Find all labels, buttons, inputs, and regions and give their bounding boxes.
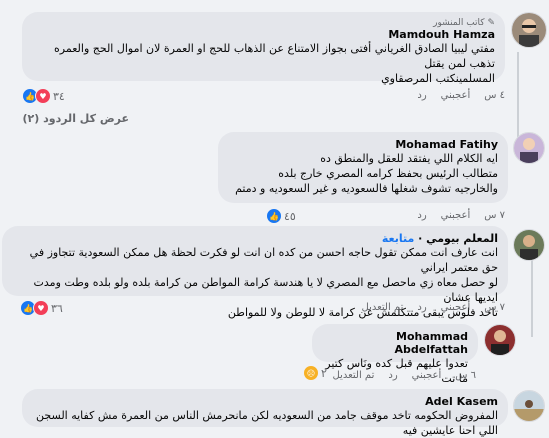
reaction-summary[interactable]: 👍 ٤٥ — [266, 208, 296, 224]
comment-text: انت عارف انت ممكن تقول حاجه احسن من كده … — [29, 246, 498, 274]
comment-time[interactable]: ٧ س — [484, 210, 505, 221]
comment-bubble: ✎ كاتب المنشور Mamdouh Hamza مفتي ليبيا … — [22, 12, 505, 85]
comment-text: لو حصل معاه زي ماحصل مع المصري لا يا هند… — [33, 276, 498, 304]
comment-bubble: Adel Kasem المفروض الحكومه تاخد موقف جام… — [22, 389, 508, 437]
view-replies-link[interactable]: عرض كل الردود (٢) — [22, 112, 129, 125]
heart-reaction-icon: ♥ — [35, 88, 51, 104]
comment-text: مفتي ليبيا الصادق الغرياني أفتى بجواز ال… — [54, 42, 495, 70]
avatar[interactable] — [513, 229, 545, 261]
reply-button[interactable]: رد — [417, 90, 426, 101]
reaction-summary[interactable]: 👍 ♥ ٣٦ — [20, 300, 63, 316]
author-badge: ✎ كاتب المنشور — [433, 18, 495, 28]
comment-bubble: Mohammad Abdelfattah تعدوا عليهم قبل كده… — [312, 324, 478, 385]
comment-text: المسلمينكتب المرصقاوي — [381, 72, 495, 85]
avatar[interactable] — [484, 324, 516, 356]
comment-bubble: المعلم بيومي · متابعة انت عارف انت ممكن … — [2, 226, 508, 319]
reply-button[interactable]: رد — [417, 210, 426, 221]
comment-text: متطالب الرئيس بحفظ كرامه المصري خارج بلد… — [278, 167, 498, 180]
follow-button[interactable]: متابعة — [382, 232, 414, 245]
comment-actions: ٧ س أعجبني رد تم التعديل — [361, 302, 505, 313]
like-button[interactable]: أعجبني — [441, 90, 471, 101]
avatar[interactable] — [511, 12, 547, 48]
edited-label: تم التعديل — [332, 370, 375, 381]
comment-author[interactable]: Mohammad Abdelfattah — [322, 330, 468, 356]
like-button[interactable]: أعجبني — [441, 302, 471, 313]
edited-label: تم التعديل — [361, 302, 404, 313]
comment-actions: ٤ س أعجبني رد — [417, 90, 505, 101]
comment-time[interactable]: ٧ س — [484, 302, 505, 313]
comment-text: ايه الكلام اللي يفتقد للعقل والمنطق ده — [320, 152, 498, 165]
comment-actions: ٦ س أعجبني رد تم التعديل — [332, 370, 476, 381]
like-button[interactable]: أعجبني — [441, 210, 471, 221]
reply-button[interactable]: رد — [388, 370, 397, 381]
comment-author[interactable]: Mamdouh Hamza — [32, 28, 495, 41]
sad-reaction-icon: ☹ — [303, 365, 319, 381]
comment-bubble: Mohamad Fatihy ايه الكلام اللي يفتقد للع… — [218, 132, 508, 203]
comment-author[interactable]: المعلم بيومي · متابعة — [12, 232, 498, 245]
avatar[interactable] — [513, 390, 545, 422]
reaction-summary[interactable]: ☹ ٢ — [303, 365, 327, 381]
like-button[interactable]: أعجبني — [412, 370, 442, 381]
comment-time[interactable]: ٦ س — [455, 370, 476, 381]
heart-reaction-icon: ♥ — [33, 300, 49, 316]
reply-button[interactable]: رد — [417, 302, 426, 313]
comment-actions: ٧ س أعجبني رد — [417, 210, 505, 221]
avatar[interactable] — [513, 132, 545, 164]
comment-author[interactable]: Adel Kasem — [32, 395, 498, 408]
pencil-icon: ✎ — [487, 18, 495, 28]
comment-author[interactable]: Mohamad Fatihy — [228, 138, 498, 151]
comment-time[interactable]: ٤ س — [484, 90, 505, 101]
comment-text: والخارجيه تشوف شغلها فالسعوديه و غير الس… — [235, 182, 498, 195]
reaction-summary[interactable]: 👍 ♥ ٣٤ — [22, 88, 65, 104]
comment-text: المفروض الحكومه تاخد موقف جامد من السعود… — [36, 409, 498, 437]
like-reaction-icon: 👍 — [266, 208, 282, 224]
